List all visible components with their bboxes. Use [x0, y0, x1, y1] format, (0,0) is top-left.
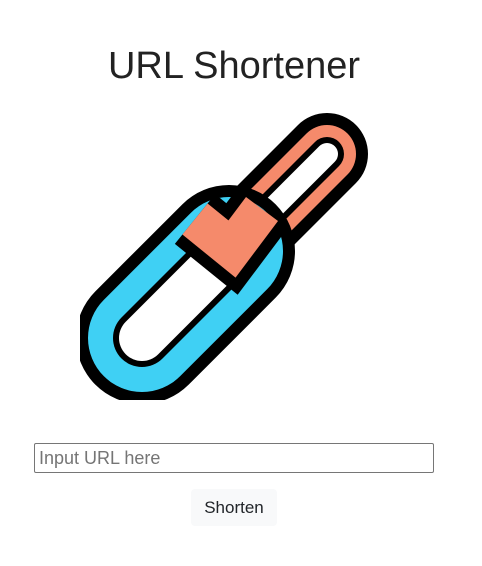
- shorten-button[interactable]: Shorten: [191, 489, 277, 526]
- chain-link-overlap: [174, 189, 288, 295]
- chain-link-icon: [80, 113, 368, 400]
- page-title: URL Shortener: [107, 45, 361, 87]
- url-input[interactable]: [34, 443, 434, 473]
